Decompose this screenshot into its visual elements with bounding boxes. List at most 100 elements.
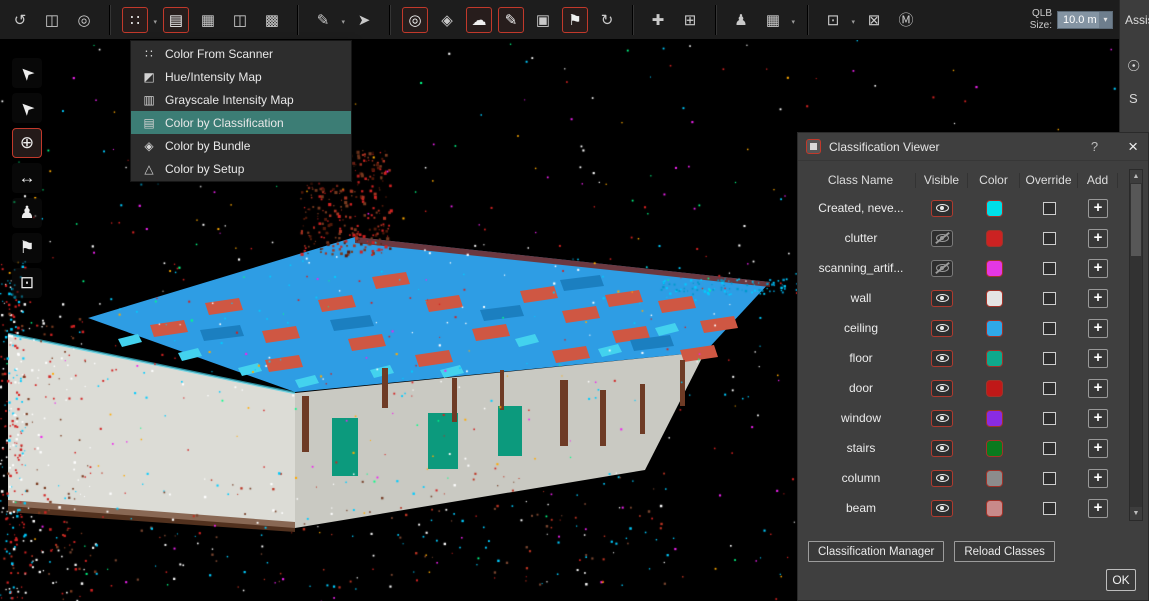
scroll-up-icon[interactable]: ▲	[1130, 170, 1142, 183]
add-class-button[interactable]: +	[1088, 229, 1108, 248]
pan-range-icon[interactable]: ↔	[12, 163, 42, 193]
color-swatch[interactable]	[986, 320, 1003, 337]
cursor-pick-icon[interactable]: ➤	[12, 93, 42, 123]
visibility-eye-button[interactable]	[931, 290, 953, 307]
column-class-name[interactable]: Class Name	[806, 173, 916, 188]
scroll-down-icon[interactable]: ▼	[1130, 507, 1142, 520]
model-box-icon[interactable]: Ⓜ	[893, 7, 919, 33]
override-checkbox[interactable]	[1043, 472, 1056, 485]
color-swatch[interactable]	[986, 440, 1003, 457]
visibility-eye-button[interactable]	[931, 350, 953, 367]
add-class-button[interactable]: +	[1088, 259, 1108, 278]
close-icon[interactable]: ×	[1128, 138, 1138, 155]
add-class-button[interactable]: +	[1088, 499, 1108, 518]
snap-grid-icon[interactable]: ⊞	[677, 7, 703, 33]
visibility-eye-button[interactable]	[931, 440, 953, 457]
add-class-button[interactable]: +	[1088, 199, 1108, 218]
visibility-eye-button[interactable]	[931, 500, 953, 517]
orbit-rotate-icon[interactable]: ↻	[594, 7, 620, 33]
override-checkbox[interactable]	[1043, 352, 1056, 365]
snapshot-camera-icon[interactable]: ▣	[530, 7, 556, 33]
help-button[interactable]: ?	[1091, 139, 1098, 154]
override-checkbox[interactable]	[1043, 382, 1056, 395]
scan-point-icon[interactable]: ◎	[402, 7, 428, 33]
menu-color-by-bundle[interactable]: ◈Color by Bundle	[131, 134, 351, 157]
duplicate-view-icon[interactable]: ◫	[39, 7, 65, 33]
menu-grayscale-intensity-map[interactable]: ▥Grayscale Intensity Map	[131, 88, 351, 111]
color-swatch[interactable]	[986, 500, 1003, 517]
rotate-view-icon[interactable]: ↺	[7, 7, 33, 33]
visibility-eye-button[interactable]	[931, 320, 953, 337]
add-class-button[interactable]: +	[1088, 319, 1108, 338]
scrollbar-thumb[interactable]	[1131, 184, 1141, 256]
chevron-down-icon[interactable]: ▾	[851, 18, 855, 26]
override-checkbox[interactable]	[1043, 202, 1056, 215]
color-swatch[interactable]	[986, 350, 1003, 367]
override-checkbox[interactable]	[1043, 442, 1056, 455]
add-class-button[interactable]: +	[1088, 409, 1108, 428]
color-swatch[interactable]	[986, 200, 1003, 217]
imagery-view-icon[interactable]: ▩	[259, 7, 285, 33]
location-pin-icon[interactable]: ⚑	[562, 7, 588, 33]
hatch-grid-icon[interactable]: ▦▾	[760, 7, 786, 33]
visibility-eye-button[interactable]	[931, 200, 953, 217]
wireframe-box-icon[interactable]: ⊠	[861, 7, 887, 33]
visibility-eye-button[interactable]	[931, 470, 953, 487]
override-checkbox[interactable]	[1043, 292, 1056, 305]
walk-person-icon[interactable]: ♟	[728, 7, 754, 33]
chevron-down-icon[interactable]: ▾	[341, 18, 345, 26]
point-color-mode-icon[interactable]: ∷▾	[122, 7, 148, 33]
cursor-arrow-icon[interactable]: ➤	[12, 58, 42, 88]
classification-manager-button[interactable]: Classification Manager	[808, 541, 944, 562]
ok-button[interactable]: OK	[1106, 569, 1136, 591]
color-swatch[interactable]	[986, 410, 1003, 427]
column-color[interactable]: Color	[968, 173, 1020, 188]
chevron-down-icon[interactable]: ▾	[1099, 12, 1112, 28]
pick-cursor-icon[interactable]: ➤	[351, 7, 377, 33]
annotate-pen-icon[interactable]: ✎	[498, 7, 524, 33]
panorama-view-icon[interactable]: ◫	[227, 7, 253, 33]
orbit-tool-icon[interactable]: ⊕	[12, 128, 42, 158]
add-class-button[interactable]: +	[1088, 349, 1108, 368]
override-checkbox[interactable]	[1043, 502, 1056, 515]
menu-color-by-classification[interactable]: ▤Color by Classification	[131, 111, 351, 134]
zoom-view-icon[interactable]: ◎	[71, 7, 97, 33]
color-by-classification-mode-icon[interactable]: ▤	[163, 7, 189, 33]
menu-color-by-setup[interactable]: △Color by Setup	[131, 157, 351, 180]
override-checkbox[interactable]	[1043, 232, 1056, 245]
table-scrollbar[interactable]: ▲ ▼	[1129, 169, 1143, 521]
clipping-box-icon[interactable]: ⊡▾	[820, 7, 846, 33]
color-swatch[interactable]	[986, 380, 1003, 397]
paint-measure-icon[interactable]: ✎▾	[310, 7, 336, 33]
panel-title-bar[interactable]: Classification Viewer ? ×	[798, 133, 1148, 161]
visibility-eye-button[interactable]	[931, 410, 953, 427]
visibility-eye-off-button[interactable]	[931, 230, 953, 247]
flythrough-icon[interactable]: ⚑	[12, 233, 42, 263]
override-checkbox[interactable]	[1043, 412, 1056, 425]
column-override[interactable]: Override	[1020, 173, 1078, 188]
menu-hue-intensity-map[interactable]: ◩Hue/Intensity Map	[131, 65, 351, 88]
reload-classes-button[interactable]: Reload Classes	[954, 541, 1055, 562]
add-class-button[interactable]: +	[1088, 439, 1108, 458]
color-swatch[interactable]	[986, 290, 1003, 307]
visibility-eye-button[interactable]	[931, 380, 953, 397]
tag-icon[interactable]: ◈	[434, 7, 460, 33]
override-checkbox[interactable]	[1043, 262, 1056, 275]
grayscale-intensity-icon[interactable]: ▦	[195, 7, 221, 33]
color-swatch[interactable]	[986, 260, 1003, 277]
qlb-size-select[interactable]: 10.0 m ▾	[1057, 11, 1113, 29]
box-mode-icon[interactable]: ⊡	[12, 268, 42, 298]
color-swatch[interactable]	[986, 230, 1003, 247]
visibility-eye-off-button[interactable]	[931, 260, 953, 277]
walkthrough-icon[interactable]: ♟	[12, 198, 42, 228]
override-checkbox[interactable]	[1043, 322, 1056, 335]
column-add[interactable]: Add	[1078, 173, 1118, 188]
chevron-down-icon[interactable]: ▾	[791, 18, 795, 26]
menu-color-from-scanner[interactable]: ∷Color From Scanner	[131, 42, 351, 65]
add-class-button[interactable]: +	[1088, 379, 1108, 398]
chevron-down-icon[interactable]: ▾	[153, 18, 157, 26]
assistant-icon[interactable]: ☉	[1127, 57, 1149, 75]
axis-transform-icon[interactable]: ✚	[645, 7, 671, 33]
color-swatch[interactable]	[986, 470, 1003, 487]
add-class-button[interactable]: +	[1088, 469, 1108, 488]
